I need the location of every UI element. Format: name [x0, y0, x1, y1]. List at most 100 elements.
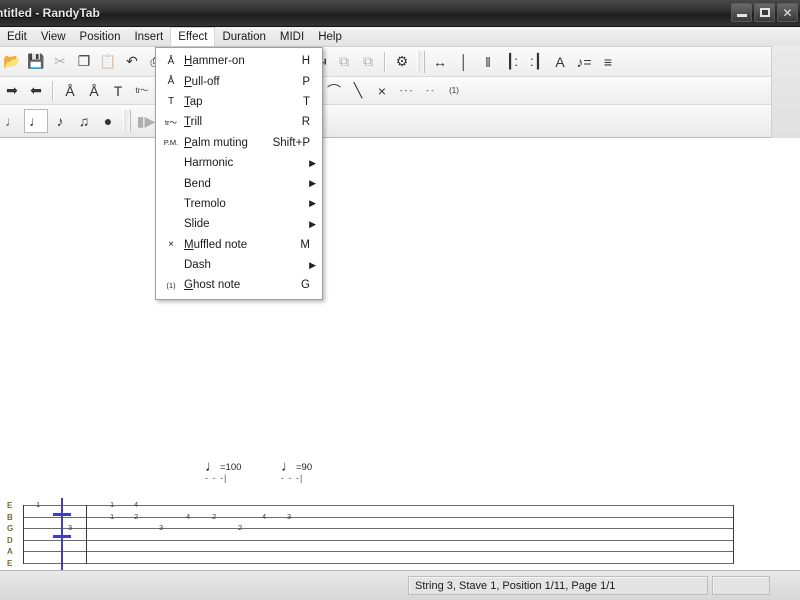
minimize-button[interactable] — [731, 3, 752, 22]
menu-edit[interactable]: Edit — [0, 27, 34, 46]
effect-menu-item-harmonic[interactable]: Harmonic ▶ — [156, 153, 322, 173]
paste-icon: 📋 — [99, 53, 117, 69]
effect-menu-item-tap[interactable]: T Tap T — [156, 92, 322, 112]
effect-menu-item-slide[interactable]: Slide ▶ — [156, 214, 322, 234]
save-button[interactable]: 💾 — [24, 50, 48, 74]
window-title: ntitled - RandyTab — [0, 6, 100, 20]
effect-menu-item-bend[interactable]: Bend ▶ — [156, 173, 322, 193]
tempo-value: =90 — [296, 462, 313, 473]
dash-short-button[interactable]: - - — [418, 79, 442, 103]
sixteenth-note-icon: ♫ — [78, 113, 90, 129]
menu-bar: Edit View Position Insert Effect Duration MIDI… — [0, 27, 800, 47]
tab-note[interactable]: 4 — [262, 512, 266, 521]
close-button[interactable]: ✕ — [777, 3, 798, 22]
menu-insert[interactable]: Insert — [127, 27, 170, 46]
tempo-marking: ♩=90 - - -| — [281, 458, 312, 483]
hammer-on-button[interactable]: Å — [58, 79, 82, 103]
effect-menu-item-tremolo[interactable]: Tremolo ▶ — [156, 194, 322, 214]
menu-effect[interactable]: Effect — [170, 27, 216, 46]
effect-menu-item-label: Pull-off — [184, 75, 220, 88]
expand-button: ⧉ — [356, 50, 380, 74]
effect-menu-item-dash[interactable]: Dash ▶ — [156, 255, 322, 275]
slide-legato-button[interactable]: ⌒ — [322, 79, 346, 103]
mixer-button[interactable]: ≡ — [596, 50, 620, 74]
barline-double-button[interactable]: ‖ — [476, 50, 500, 74]
chevron-right-icon: ▶ — [309, 178, 316, 189]
tab-note[interactable]: 1 — [110, 501, 114, 509]
text-button[interactable]: A — [548, 50, 572, 74]
dash-long-button[interactable]: - - - — [394, 79, 418, 103]
repeat-close-icon: :┃ — [529, 53, 543, 69]
menu-position[interactable]: Position — [73, 27, 128, 46]
barline-double-icon: ‖ — [485, 53, 491, 70]
tab-note[interactable]: 3 — [159, 524, 163, 532]
effect-menu-item-hammer-on[interactable]: Å Hammer-on H — [156, 51, 322, 71]
menu-help[interactable]: Help — [311, 27, 349, 46]
ghost-note-button[interactable]: (1) — [442, 79, 466, 103]
tab-note[interactable]: 4 — [186, 512, 190, 521]
half-note-button[interactable]: ♩ — [0, 109, 24, 133]
tab-note[interactable]: 1 — [36, 501, 40, 509]
repeat-close-button[interactable]: :┃ — [524, 50, 548, 74]
string-label-1: E — [7, 501, 13, 510]
barline-single-button[interactable]: │ — [452, 50, 476, 74]
no-icon — [158, 214, 184, 234]
toolbar-grip[interactable] — [417, 50, 425, 73]
tempo-button[interactable]: ♪= — [572, 50, 596, 74]
step-forward-button[interactable]: ➡ — [0, 79, 24, 103]
string-label-4: D — [7, 535, 13, 545]
effect-menu-item-ghost-note[interactable]: (1) Ghost note G — [156, 275, 322, 295]
close-icon: ✕ — [782, 5, 793, 20]
string-labels: EBGDAE — [7, 502, 21, 568]
settings-button[interactable]: ⚙ — [390, 50, 414, 74]
step-backward-button[interactable]: ⬅ — [24, 79, 48, 103]
repeat-open-button[interactable]: ┃: — [500, 50, 524, 74]
tempo-marking: ♩=100 - - -| — [205, 458, 241, 483]
menu-view[interactable]: View — [34, 27, 73, 46]
open-button[interactable]: 📂 — [0, 50, 24, 74]
string-label-3: G — [7, 524, 14, 534]
toolbar-durations: ♩ ♩ ♪ ♫ ● ▮▶ — [0, 105, 800, 138]
trill-button[interactable]: tr〜 — [130, 79, 154, 103]
tablature-staff[interactable]: 1 3 1 1 4 2 3 4 2 2 4 3 — [23, 498, 734, 570]
effect-menu-item-palm-muting[interactable]: P.M. Palm muting Shift+P — [156, 133, 322, 153]
bar-line-3 — [733, 505, 734, 564]
effect-menu-item-label: Hammer-on — [184, 55, 245, 68]
tab-note[interactable]: 2 — [238, 524, 242, 532]
effect-menu-item-trill[interactable]: tr〜 Trill R — [156, 112, 322, 132]
tap-button[interactable]: T — [106, 79, 130, 103]
tab-note[interactable]: 2 — [134, 512, 138, 521]
slide-shift-button[interactable]: ╲ — [346, 79, 370, 103]
toolbar-grip[interactable] — [123, 110, 131, 132]
bar-line-2 — [86, 505, 87, 564]
copy-button[interactable]: ❐ — [72, 50, 96, 74]
muffled-note-button[interactable]: × — [370, 79, 394, 103]
tab-note[interactable]: 3 — [68, 524, 72, 532]
trill-icon: tr〜 — [135, 86, 149, 95]
pull-off-button[interactable]: Å — [82, 79, 106, 103]
hammer-on-icon: Å — [167, 55, 175, 67]
sixteenth-note-button[interactable]: ♫ — [72, 109, 96, 133]
menu-duration[interactable]: Duration — [215, 27, 272, 46]
chevron-right-icon: ▶ — [309, 157, 316, 168]
tab-note[interactable]: 4 — [134, 501, 138, 509]
staff-line-5 — [23, 551, 734, 552]
dot-icon: ● — [103, 113, 113, 129]
chevron-right-icon: ▶ — [309, 198, 316, 209]
undo-button[interactable]: ↶ — [120, 50, 144, 74]
measure-width-button[interactable]: ↔ — [428, 50, 452, 74]
eighth-note-button[interactable]: ♪ — [48, 109, 72, 133]
chevron-right-icon: ▶ — [309, 259, 316, 270]
maximize-button[interactable] — [754, 3, 775, 22]
dash-short-icon: - - — [426, 86, 434, 95]
dot-button[interactable]: ● — [96, 109, 120, 133]
menu-midi[interactable]: MIDI — [273, 27, 311, 46]
score-canvas[interactable]: ♩=100 - - -| ♩=90 - - -| EBGDAE 1 3 1 1 4 2 3 4… — [0, 138, 774, 570]
effect-menu-item-pull-off[interactable]: Å Pull-off P — [156, 71, 322, 91]
tab-note[interactable]: 2 — [212, 512, 216, 521]
quarter-note-button[interactable]: ♩ — [24, 109, 48, 133]
tab-note[interactable]: 1 — [110, 512, 114, 521]
effect-menu-item-muffled-note[interactable]: × Muffled note M — [156, 235, 322, 255]
toolbar-effects: ➡⬅ÅÅTtr〜T⤷〰〰╱╱↓╲⌒╲×- - -- -(1) — [0, 77, 800, 105]
tab-note[interactable]: 3 — [287, 512, 291, 521]
